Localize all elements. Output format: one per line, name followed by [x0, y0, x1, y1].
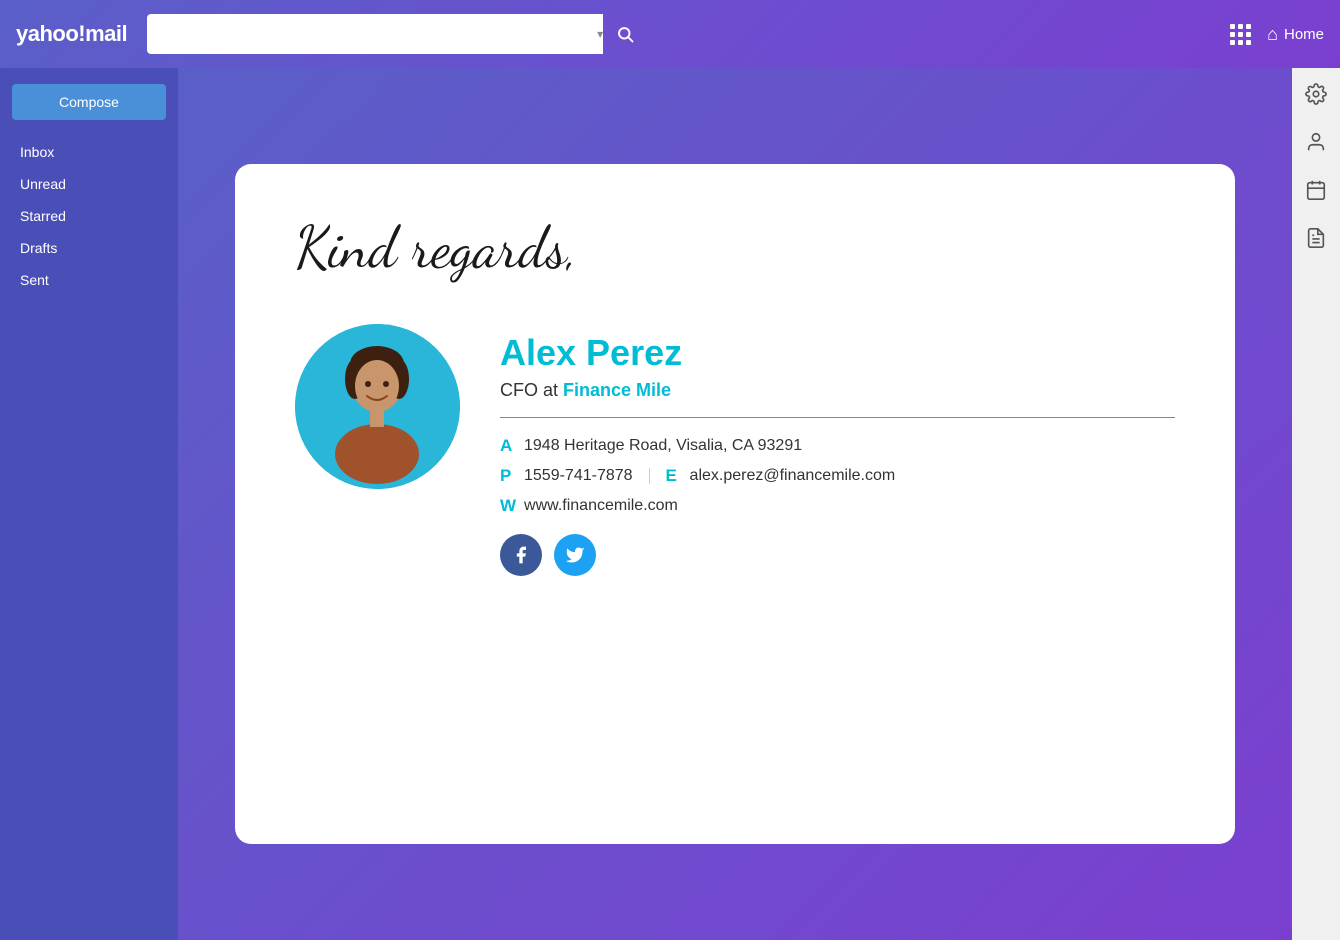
sidebar-item-starred[interactable]: Starred: [0, 200, 178, 232]
phone-label: P: [500, 466, 516, 486]
avatar-image: [295, 324, 460, 489]
greeting-text: Kind regards,: [295, 214, 1175, 284]
main-area: Compose Inbox Unread Starred Drafts Sent…: [0, 68, 1340, 940]
website-label: W: [500, 496, 516, 516]
sidebar: Compose Inbox Unread Starred Drafts Sent: [0, 68, 178, 940]
person-name: Alex Perez: [500, 332, 1175, 374]
sidebar-item-drafts[interactable]: Drafts: [0, 232, 178, 264]
social-icons: [500, 534, 1175, 576]
contacts-icon: [1305, 131, 1327, 153]
signature-info: Alex Perez CFO at Finance Mile A 1948 He…: [500, 324, 1175, 576]
address-text: 1948 Heritage Road, Visalia, CA 93291: [524, 437, 802, 455]
signature-body: Alex Perez CFO at Finance Mile A 1948 He…: [295, 324, 1175, 576]
navbar-right: ⌂ Home: [1230, 24, 1324, 45]
twitter-svg: [565, 545, 585, 565]
content-area: Kind regards,: [178, 68, 1292, 940]
phone-email-row: P 1559-741-7878 E alex.perez@financemile…: [500, 466, 1175, 486]
website-row: W www.financemile.com: [500, 496, 1175, 516]
contacts-panel-icon[interactable]: [1302, 128, 1330, 156]
home-label: Home: [1284, 26, 1324, 43]
right-panel: [1292, 68, 1340, 940]
twitter-icon[interactable]: [554, 534, 596, 576]
home-icon: ⌂: [1267, 24, 1278, 45]
home-button[interactable]: ⌂ Home: [1267, 24, 1324, 45]
settings-gear-icon: [1305, 83, 1327, 105]
settings-panel-icon[interactable]: [1302, 80, 1330, 108]
address-row: A 1948 Heritage Road, Visalia, CA 93291: [500, 436, 1175, 456]
facebook-icon[interactable]: [500, 534, 542, 576]
website-text: www.financemile.com: [524, 497, 678, 515]
separator: [649, 468, 650, 484]
navbar: yahoo!mail ▾ ⌂ Home: [0, 0, 1340, 68]
sidebar-item-inbox[interactable]: Inbox: [0, 136, 178, 168]
search-input[interactable]: [147, 14, 607, 54]
compose-button[interactable]: Compose: [12, 84, 166, 120]
notes-icon: [1305, 227, 1327, 249]
company-name: Finance Mile: [563, 380, 671, 400]
email-label: E: [666, 466, 682, 486]
search-icon: [616, 25, 634, 43]
divider: [500, 417, 1175, 418]
sidebar-item-sent[interactable]: Sent: [0, 264, 178, 296]
calendar-panel-icon[interactable]: [1302, 176, 1330, 204]
search-button[interactable]: [603, 14, 647, 54]
signature-card: Kind regards,: [235, 164, 1235, 844]
sidebar-item-unread[interactable]: Unread: [0, 168, 178, 200]
person-title: CFO at Finance Mile: [500, 380, 1175, 401]
calendar-icon: [1305, 179, 1327, 201]
notes-panel-icon[interactable]: [1302, 224, 1330, 252]
search-wrapper: ▾: [147, 14, 647, 54]
facebook-svg: [511, 545, 531, 565]
email-text: alex.perez@financemile.com: [690, 467, 896, 485]
person-avatar-svg: [295, 324, 460, 489]
yahoo-mail-logo: yahoo!mail: [16, 21, 127, 47]
person-title-prefix: CFO at: [500, 380, 563, 400]
avatar: [295, 324, 460, 489]
apps-grid-icon[interactable]: [1230, 24, 1251, 45]
phone-text: 1559-741-7878: [524, 467, 633, 485]
address-label: A: [500, 436, 516, 456]
